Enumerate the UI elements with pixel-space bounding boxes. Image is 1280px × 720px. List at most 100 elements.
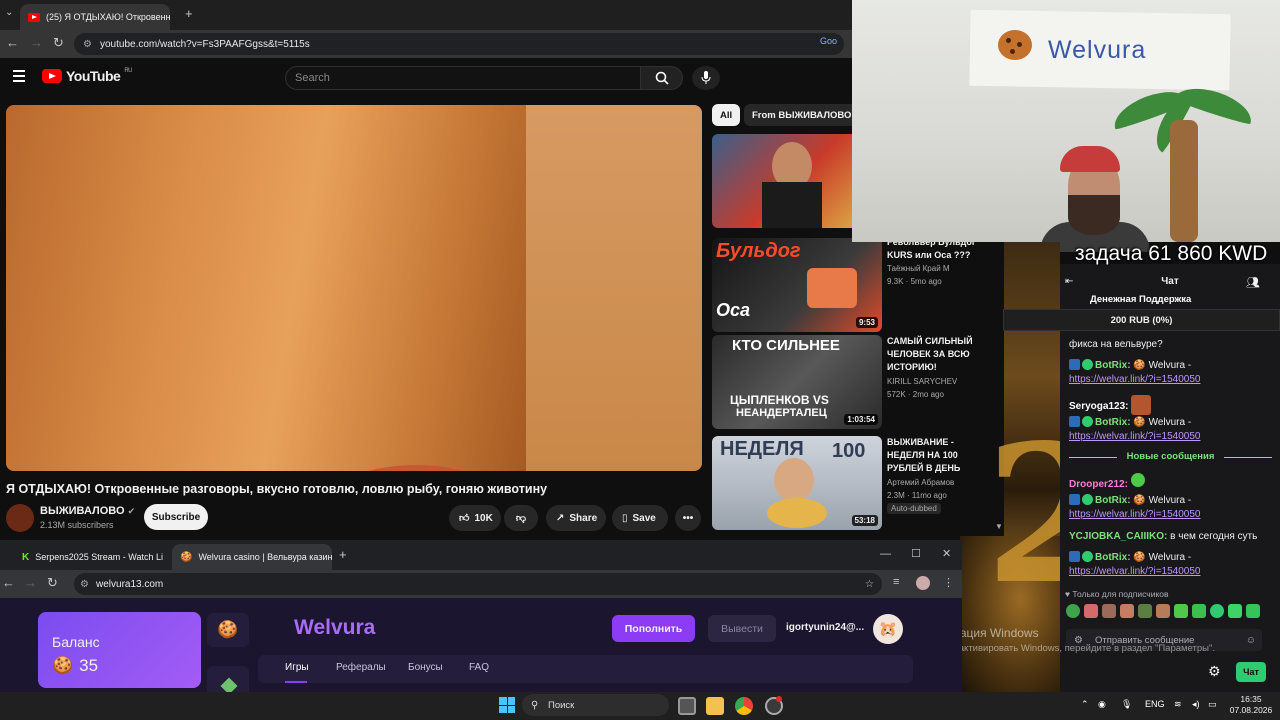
casino-logo[interactable]: Welvura — [294, 616, 375, 640]
emote-icon[interactable] — [1174, 604, 1188, 618]
tray-app-icon[interactable]: ◉ — [1098, 699, 1106, 710]
language-indicator[interactable]: ENG — [1145, 699, 1165, 709]
emoji-icon[interactable]: ☺ — [1246, 635, 1256, 646]
recommendation-thumbnail[interactable]: КТО СИЛЬНЕЕ ЦЫПЛЕНКОВ VS НЕАНДЕРТАЛЕЦ 1:… — [712, 335, 882, 429]
thumb-text: Бульдог — [716, 240, 801, 262]
volume-icon[interactable]: ◂) — [1192, 699, 1200, 710]
user-avatar[interactable]: 🐹 — [873, 614, 903, 644]
youtube-logo[interactable]: YouTube RU — [42, 68, 132, 84]
collapse-chat-icon[interactable]: ⇤ — [1065, 276, 1073, 287]
reload-icon[interactable]: ↻ — [53, 35, 64, 51]
emote-icon[interactable] — [1102, 604, 1116, 618]
side-menu-button[interactable] — [207, 666, 249, 695]
new-messages-divider[interactable]: Новые сообщения — [1069, 451, 1272, 462]
video-frame-wall — [526, 105, 702, 471]
bookmark-star-icon[interactable]: ☆ — [865, 579, 874, 590]
profile-avatar-icon[interactable] — [916, 576, 930, 590]
chat-link[interactable]: https://welvar.link/?i=1540050 — [1069, 431, 1200, 442]
share-button[interactable]: ↗ Share — [546, 505, 606, 531]
menu-icon[interactable] — [13, 70, 25, 82]
url-field[interactable]: ⚙ youtube.com/watch?v=Fs3PAAFGgss&t=5115… — [74, 33, 844, 55]
send-chat-button[interactable]: Чат — [1236, 662, 1266, 682]
tray-overflow-icon[interactable]: ⌃ — [1081, 699, 1089, 710]
voice-search-button[interactable] — [692, 66, 720, 90]
emote-icon[interactable] — [1138, 604, 1152, 618]
chat-link[interactable]: https://welvar.link/?i=1540050 — [1069, 509, 1200, 520]
url-field[interactable]: ⚙ welvura13.com ☆ — [74, 573, 882, 595]
withdraw-button[interactable]: Вывести — [708, 615, 776, 642]
search-input[interactable]: Search — [285, 66, 641, 90]
tab-list-icon[interactable]: ⌄ — [5, 7, 13, 18]
video-player[interactable] — [6, 105, 702, 471]
balance-card[interactable]: Баланс 🍪 35 — [38, 612, 201, 688]
like-button[interactable]: 👍︎ 10K — [449, 505, 501, 531]
nav-games[interactable]: Игры — [285, 662, 309, 673]
nav-referrals[interactable]: Рефералы — [336, 662, 386, 673]
wifi-icon[interactable]: ≋ — [1174, 699, 1182, 710]
username[interactable]: igortyunin24@... — [786, 622, 864, 633]
file-explorer-icon[interactable] — [706, 697, 724, 715]
new-tab-icon[interactable]: + — [339, 547, 347, 562]
channel-name[interactable]: ВЫЖИВАЛОВО ✔ — [40, 505, 135, 517]
tab-youtube[interactable]: (25) Я ОТДЫХАЮ! Откровенн ◂) ✕ — [20, 4, 170, 30]
microphone-tray-icon[interactable]: 🎙︎ — [1121, 699, 1132, 710]
battery-icon[interactable]: ▭ — [1208, 699, 1217, 710]
browser-menu-icon[interactable]: ⋮ — [943, 576, 954, 589]
emote-icon[interactable] — [1192, 604, 1206, 618]
taskbar-search[interactable]: ⚲ Поиск — [522, 694, 669, 716]
recommendation-title[interactable]: САМЫЙ СИЛЬНЫЙ ЧЕЛОВЕК ЗА ВСЮ ИСТОРИЮ! — [887, 335, 987, 374]
save-button[interactable]: ▯ Save — [612, 505, 668, 531]
chrome-icon[interactable] — [735, 697, 753, 715]
back-icon[interactable]: ← — [6, 35, 19, 50]
chat-username: BotRix: — [1095, 552, 1131, 563]
emote-icon[interactable] — [1210, 604, 1224, 618]
chat-link[interactable]: https://welvar.link/?i=1540050 — [1069, 566, 1200, 577]
search-button[interactable] — [641, 66, 683, 90]
forward-icon[interactable]: → — [24, 575, 37, 590]
start-button[interactable] — [499, 697, 515, 713]
recommendation-thumbnail[interactable]: НЕДЕЛЯ 100 53:18 — [712, 436, 882, 530]
chat-settings-icon[interactable]: ⚙ — [1208, 663, 1221, 680]
new-tab-icon[interactable]: + — [185, 6, 193, 21]
minimize-icon[interactable]: — — [880, 548, 891, 560]
reload-icon[interactable]: ↻ — [47, 575, 58, 591]
thumb-text: ЦЫПЛЕНКОВ VS — [730, 393, 829, 407]
site-info-icon[interactable]: ⚙ — [83, 39, 92, 50]
emote-icon[interactable] — [1066, 604, 1080, 618]
recommendation-thumbnail[interactable]: Бульдог Оса 9:53 — [712, 238, 882, 332]
channel-avatar[interactable] — [6, 504, 34, 532]
emote-icon[interactable] — [1084, 604, 1098, 618]
chip-from-channel[interactable]: From ВЫЖИВАЛОВО — [744, 104, 860, 126]
task-view-icon[interactable] — [678, 697, 696, 715]
emote-icon[interactable] — [1246, 604, 1260, 618]
back-icon[interactable]: ← — [2, 575, 15, 590]
nav-faq[interactable]: FAQ — [469, 662, 489, 673]
emote-icon[interactable] — [1120, 604, 1134, 618]
recommendation-channel[interactable]: Таёжный Край М — [887, 263, 950, 275]
recommendation-title[interactable]: ВЫЖИВАНИЕ - НЕДЕЛЯ НА 100 РУБЛЕЙ В ДЕНЬ — [887, 436, 987, 475]
subscribe-button[interactable]: Subscribe — [144, 504, 208, 530]
chat-users-icon[interactable]: 👥︎ — [1246, 276, 1260, 289]
close-window-icon[interactable]: ✕ — [942, 547, 951, 560]
tab-welvura-casino[interactable]: 🍪 Welvura casino | Вельвура казин ✕ — [172, 544, 332, 570]
more-actions-button[interactable]: ••• — [675, 505, 701, 531]
tab-serpens-stream[interactable]: K Serpens2025 Stream - Watch Li — [14, 544, 170, 570]
emote-icon[interactable] — [1228, 604, 1242, 618]
site-info-icon[interactable]: ⚙ — [80, 579, 89, 590]
forward-icon[interactable]: → — [30, 35, 43, 50]
chip-all[interactable]: All — [712, 104, 741, 126]
cookie-shop-button[interactable]: 🍪 — [207, 613, 249, 647]
nav-bonuses[interactable]: Бонусы — [408, 662, 443, 673]
clock-date: 07.08.2026 — [1229, 705, 1273, 715]
deposit-button[interactable]: Пополнить — [612, 615, 695, 642]
emote-icon[interactable] — [1156, 604, 1170, 618]
media-controls-icon[interactable]: ≡ — [893, 576, 899, 588]
chat-link[interactable]: https://welvar.link/?i=1540050 — [1069, 374, 1200, 385]
clock[interactable]: 16:35 07.08.2026 — [1228, 694, 1274, 716]
maximize-icon[interactable]: ☐ — [911, 547, 921, 560]
recommendation-channel[interactable]: KIRILL SARYCHEV — [887, 376, 957, 388]
dislike-button[interactable]: 👎︎ — [504, 505, 538, 531]
youtube-favicon-icon — [28, 12, 40, 22]
palm-trunk — [1170, 120, 1198, 242]
recommendation-channel[interactable]: Артемий Абрамов — [887, 477, 954, 489]
